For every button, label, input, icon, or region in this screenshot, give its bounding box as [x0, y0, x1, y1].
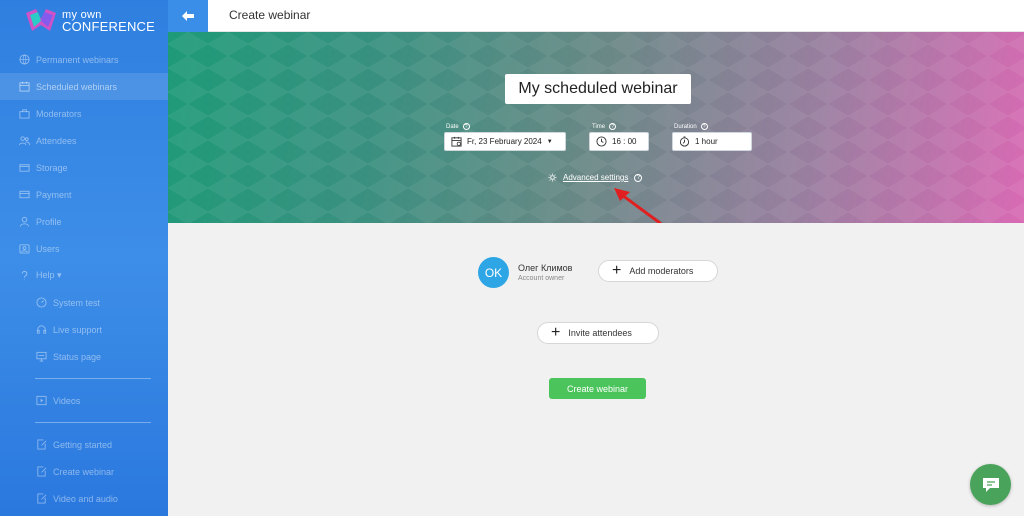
sidebar-item-label: Getting started [53, 439, 113, 450]
brand-logo[interactable]: my own CONFERENCE [24, 6, 155, 36]
sidebar-item-attendees[interactable]: Attendees [0, 127, 168, 154]
duration-label: Duration ? [674, 123, 708, 130]
back-button[interactable] [168, 0, 208, 32]
plus-icon: + [612, 262, 622, 279]
chevron-down-icon: ▼ [546, 138, 553, 145]
video-icon [35, 395, 47, 407]
calendar-icon [18, 81, 30, 93]
credit-card-icon [18, 189, 30, 201]
sidebar-divider [35, 378, 151, 379]
duration-picker[interactable]: 1 hour [672, 132, 752, 151]
sidebar-item-system-test[interactable]: System test [0, 289, 168, 316]
duration-value: 1 hour [695, 137, 718, 146]
sidebar-nav: Permanent webinars Scheduled webinars Mo… [0, 46, 168, 512]
advanced-settings-link[interactable]: Advanced settings ? [548, 173, 643, 182]
add-moderators-label: Add moderators [629, 266, 694, 276]
chat-button[interactable] [970, 464, 1011, 505]
date-label-text: Date [446, 123, 459, 130]
create-webinar-button[interactable]: Create webinar [549, 378, 646, 399]
briefcase-icon [18, 108, 30, 120]
sidebar-item-label: Scheduled webinars [36, 81, 118, 92]
sidebar-item-profile[interactable]: Profile [0, 208, 168, 235]
sidebar-item-label: Status page [53, 351, 102, 362]
sidebar-item-videos[interactable]: Videos [0, 387, 168, 414]
sidebar-item-create-webinar[interactable]: Create webinar [0, 458, 168, 485]
headset-icon [35, 324, 47, 336]
sidebar: my own CONFERENCE Permanent webinars Sch… [0, 0, 168, 516]
storage-icon [18, 162, 30, 174]
time-label: Time ? [592, 123, 617, 130]
plus-icon: + [551, 324, 561, 341]
gauge-icon [35, 297, 47, 309]
monitor-icon [35, 351, 47, 363]
sidebar-item-label: Attendees [36, 135, 77, 146]
globe-icon [18, 54, 30, 66]
sidebar-item-payment[interactable]: Payment [0, 181, 168, 208]
sidebar-item-label: Storage [36, 162, 68, 173]
sidebar-item-label: Profile [36, 216, 62, 227]
sidebar-item-label: Moderators [36, 108, 82, 119]
gear-icon [548, 173, 557, 182]
sidebar-item-label: Create webinar [53, 466, 115, 477]
invite-attendees-button[interactable]: + Invite attendees [537, 322, 659, 344]
sidebar-item-label: Help ▾ [36, 270, 62, 280]
date-value: Fr, 23 February 2024 [467, 137, 542, 146]
sidebar-item-label: Video and audio [53, 493, 118, 504]
time-help-icon[interactable]: ? [609, 123, 617, 130]
stopwatch-icon [679, 136, 690, 147]
add-moderators-button[interactable]: + Add moderators [598, 260, 718, 282]
doc-edit-icon [35, 466, 47, 478]
time-picker[interactable]: 16 : 00 [589, 132, 649, 151]
date-label: Date ? [446, 123, 470, 130]
brand-mark-icon [26, 9, 56, 31]
webinar-hero: My scheduled webinar Date ? Fr, 23 Febru… [168, 32, 1024, 223]
sidebar-item-storage[interactable]: Storage [0, 154, 168, 181]
sidebar-item-label: System test [53, 297, 101, 308]
sidebar-item-video-and-audio[interactable]: Video and audio [0, 485, 168, 512]
owner-name: Олег Климов [518, 263, 573, 273]
time-value: 16 : 00 [612, 137, 637, 146]
sidebar-item-live-support[interactable]: Live support [0, 316, 168, 343]
date-help-icon[interactable]: ? [462, 123, 470, 130]
invite-attendees-label: Invite attendees [568, 328, 632, 338]
brand-name: my own CONFERENCE [62, 9, 155, 33]
duration-label-text: Duration [674, 123, 697, 130]
page-title: Create webinar [229, 8, 311, 22]
sidebar-divider [35, 422, 151, 423]
sidebar-item-label: Videos [53, 395, 81, 406]
arrow-left-icon [182, 11, 194, 21]
owner-role: Account owner [518, 275, 565, 282]
webinar-title-input[interactable]: My scheduled webinar [505, 74, 691, 104]
users-icon [18, 135, 30, 147]
sidebar-item-label: Live support [53, 324, 103, 335]
sidebar-item-label: Users [36, 243, 60, 254]
sidebar-item-permanent-webinars[interactable]: Permanent webinars [0, 46, 168, 73]
user-group-icon [18, 243, 30, 255]
sidebar-item-users[interactable]: Users [0, 235, 168, 262]
sidebar-item-status-page[interactable]: Status page [0, 343, 168, 370]
sidebar-item-scheduled-webinars[interactable]: Scheduled webinars [0, 73, 168, 100]
doc-edit-icon [35, 493, 47, 505]
sidebar-item-moderators[interactable]: Moderators [0, 100, 168, 127]
advanced-settings-help-icon[interactable]: ? [634, 173, 643, 182]
top-bar: Create webinar [168, 0, 1024, 32]
sidebar-item-label: Payment [36, 189, 72, 200]
sidebar-item-getting-started[interactable]: Getting started [0, 431, 168, 458]
duration-help-icon[interactable]: ? [700, 123, 708, 130]
calendar-icon [451, 136, 462, 147]
annotation-arrow-icon [614, 188, 662, 223]
sidebar-item-label: Permanent webinars [36, 54, 119, 65]
sidebar-item-help[interactable]: Help ▾ [0, 262, 168, 289]
chat-bubble-icon [982, 477, 999, 492]
avatar: OK [478, 257, 509, 288]
user-icon [18, 216, 30, 228]
time-label-text: Time [592, 123, 606, 130]
brand-line2: CONFERENCE [62, 19, 156, 34]
clock-icon [596, 136, 607, 147]
doc-edit-icon [35, 439, 47, 451]
advanced-settings-label: Advanced settings [563, 173, 629, 182]
help-icon [18, 270, 30, 282]
date-picker[interactable]: Fr, 23 February 2024 ▼ [444, 132, 566, 151]
